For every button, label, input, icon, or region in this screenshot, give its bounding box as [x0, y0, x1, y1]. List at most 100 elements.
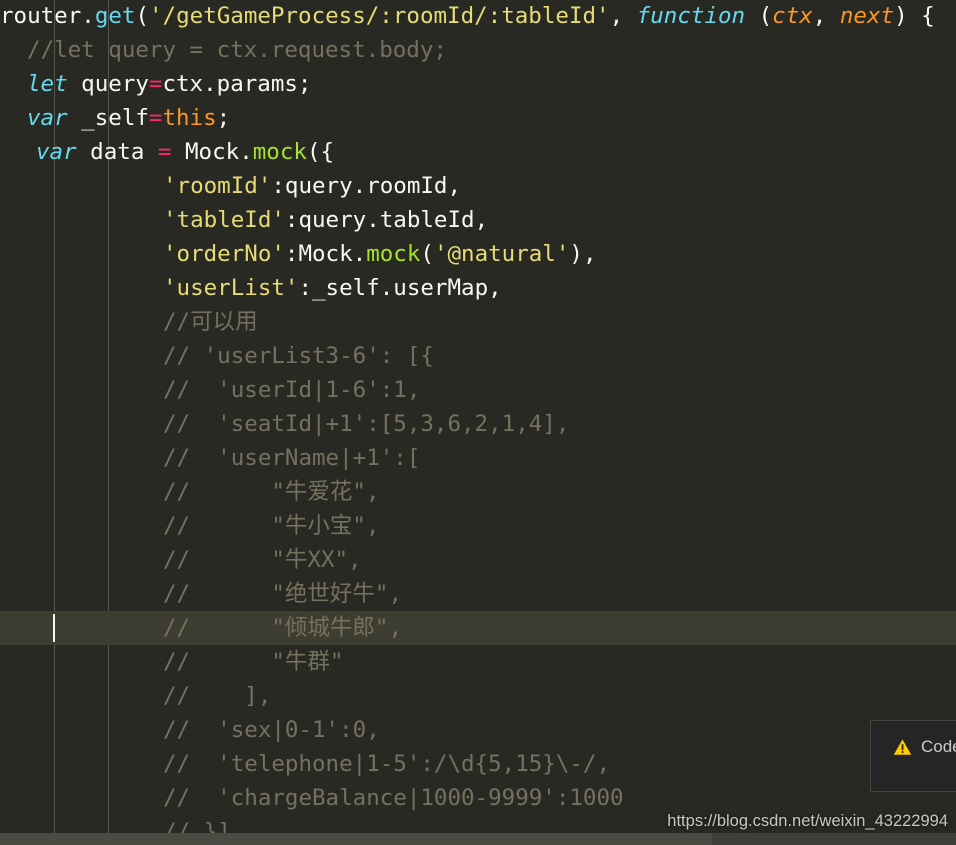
horizontal-scrollbar-track[interactable]	[0, 833, 956, 845]
warning-tooltip-message: Code 安	[921, 737, 956, 756]
token-comment: // "牛爱花",	[163, 479, 380, 505]
token-string: '/getGameProcess/:roomId/:tableId'	[149, 3, 610, 29]
line-userlist[interactable]: 'userList':_self.userMap,	[0, 271, 956, 305]
token-parameter: next	[839, 3, 895, 29]
token-function: get	[94, 3, 136, 29]
line-comment-userid[interactable]: // 'userId|1-6':1,	[0, 373, 956, 407]
token-comment: // "倾城牛郎",	[163, 615, 403, 641]
token-punct: ,	[609, 3, 637, 29]
line-comment-let-query[interactable]: //let query = ctx.request.body;	[0, 33, 956, 67]
line-router-get[interactable]: router.get ( '/getGameProcess/:roomId/:tab…	[0, 0, 956, 33]
token-punct: ({	[306, 139, 335, 165]
code-line-text: // "倾城牛郎",	[163, 611, 402, 645]
code-line-text: var _self=this;	[27, 101, 230, 135]
token-string: '@natural'	[433, 241, 570, 267]
token-comment: // "绝世好牛",	[163, 581, 403, 607]
code-line-text: 'roomId':query.roomId,	[163, 169, 461, 203]
line-comment-chargebalance[interactable]: // 'chargeBalance|1000-9999':1000	[0, 781, 956, 815]
warning-tooltip[interactable]: Code 安	[870, 720, 956, 792]
token-comment: // 'telephone|1-5':/\d{5,15}\-/,	[163, 751, 611, 777]
line-comment-close-bracket[interactable]: // ],	[0, 679, 956, 713]
token-punct: ),	[569, 241, 597, 267]
token-method: mock	[366, 241, 421, 267]
line-var-data[interactable]: var data = Mock.mock({	[0, 135, 956, 169]
code-line-text: // "绝世好牛",	[163, 577, 402, 611]
line-comment-name-2[interactable]: // "牛小宝",	[0, 509, 956, 543]
line-comment-telephone[interactable]: // 'telephone|1-5':/\d{5,15}\-/,	[0, 747, 956, 781]
code-line-text: //可以用	[163, 305, 258, 339]
line-comment-sex[interactable]: // 'sex|0-1':0,	[0, 713, 956, 747]
token-punct: (	[745, 3, 773, 29]
token-plain: :_self.userMap,	[298, 275, 502, 301]
code-line-text: // "牛爱花",	[163, 475, 380, 509]
code-line-text: // ],	[163, 679, 271, 713]
token-operator: =	[157, 139, 172, 165]
token-keyword: function	[636, 3, 746, 29]
line-comment-name-4[interactable]: // "绝世好牛",	[0, 577, 956, 611]
line-roomid[interactable]: 'roomId':query.roomId,	[0, 169, 956, 203]
token-plain: _self	[67, 105, 149, 131]
line-let-query[interactable]: let query=ctx.params;	[0, 67, 956, 101]
code-line-text: router.get ( '/getGameProcess/:roomId/:tab…	[0, 0, 935, 33]
token-plain: ;	[216, 105, 231, 131]
token-comment: // 'userId|1-6':1,	[163, 377, 421, 403]
line-comment-name-6[interactable]: // "牛群"	[0, 645, 956, 679]
token-plain: data	[76, 139, 158, 165]
code-line-text: 'userList':_self.userMap,	[163, 271, 502, 305]
token-plain: :Mock.	[284, 241, 367, 267]
code-line-text: // "牛小宝",	[163, 509, 380, 543]
line-orderno[interactable]: 'orderNo':Mock.mock('@natural'),	[0, 237, 956, 271]
warning-triangle-icon	[893, 738, 912, 757]
code-line-text: // 'chargeBalance|1000-9999':1000	[163, 781, 624, 815]
code-line-text: //let query = ctx.request.body;	[27, 33, 447, 67]
line-comment-seatid[interactable]: // 'seatId|+1':[5,3,6,2,1,4],	[0, 407, 956, 441]
token-string: 'roomId'	[163, 173, 272, 199]
warning-tooltip-row: Code 安	[871, 721, 956, 757]
line-comment-userlist36[interactable]: // 'userList3-6': [{	[0, 339, 956, 373]
token-punct: (	[420, 241, 434, 267]
token-method: mock	[252, 139, 307, 165]
code-content[interactable]: router.get ( '/getGameProcess/:roomId/:tab…	[0, 0, 956, 845]
token-operator: =	[148, 105, 163, 131]
token-plain: :query.tableId,	[284, 207, 489, 233]
token-keyword: var	[36, 139, 77, 165]
token-plain: ctx.params;	[162, 71, 312, 97]
token-plain: query	[67, 71, 149, 97]
line-tableid[interactable]: 'tableId':query.tableId,	[0, 203, 956, 237]
token-punct: ,	[812, 3, 840, 29]
code-line-text: // 'telephone|1-5':/\d{5,15}\-/,	[163, 747, 610, 781]
token-comment: // 'chargeBalance|1000-9999':1000	[163, 785, 624, 811]
line-var-self[interactable]: var _self=this;	[0, 101, 956, 135]
line-comment-keyiyong[interactable]: //可以用	[0, 305, 956, 339]
code-line-text: let query=ctx.params;	[27, 67, 311, 101]
token-punct: ) {	[894, 3, 935, 29]
code-line-text: 'tableId':query.tableId,	[163, 203, 488, 237]
token-plain: router.	[0, 3, 95, 29]
token-keyword: var	[27, 105, 68, 131]
line-comment-name-5[interactable]: // "倾城牛郎",	[0, 611, 956, 645]
token-comment: // ],	[163, 683, 272, 709]
token-constant: this	[162, 105, 217, 131]
line-comment-username[interactable]: // 'userName|+1':[	[0, 441, 956, 475]
token-plain: :query.roomId,	[271, 173, 462, 199]
code-line-text: // 'userList3-6': [{	[163, 339, 434, 373]
code-line-text: // 'seatId|+1':[5,3,6,2,1,4],	[163, 407, 569, 441]
token-keyword: let	[27, 71, 68, 97]
line-comment-name-3[interactable]: // "牛XX",	[0, 543, 956, 577]
code-editor[interactable]: router.get ( '/getGameProcess/:roomId/:tab…	[0, 0, 956, 845]
watermark-url: https://blog.csdn.net/weixin_43222994	[667, 812, 948, 830]
token-comment: // "牛群"	[163, 649, 344, 675]
token-string: 'userList'	[163, 275, 299, 301]
line-comment-name-1[interactable]: // "牛爱花",	[0, 475, 956, 509]
horizontal-scrollbar-thumb[interactable]	[0, 833, 712, 845]
token-comment: // 'seatId|+1':[5,3,6,2,1,4],	[163, 411, 570, 437]
code-line-text: // 'userId|1-6':1,	[163, 373, 420, 407]
token-comment: // 'userList3-6': [{	[163, 343, 434, 369]
code-line-text: // 'userName|+1':[	[163, 441, 420, 475]
code-line-text: // "牛群"	[163, 645, 343, 679]
token-string: 'orderNo'	[163, 241, 285, 267]
token-string: 'tableId'	[163, 207, 285, 233]
token-operator: =	[148, 71, 163, 97]
token-comment: // "牛XX",	[163, 547, 362, 573]
token-comment: // 'sex|0-1':0,	[163, 717, 380, 743]
